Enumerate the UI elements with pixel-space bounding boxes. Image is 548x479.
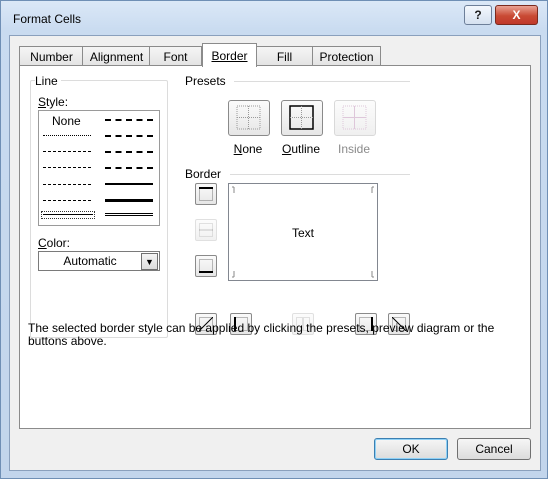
style-option-medium-dash-dot[interactable] [105, 151, 153, 153]
border-inside-horizontal-icon [199, 223, 213, 237]
preset-outline-label: Outline [281, 142, 321, 156]
close-button[interactable]: X [495, 5, 538, 25]
border-section-label: Border [185, 167, 225, 181]
style-option-dashed[interactable] [43, 200, 91, 201]
border-hint-text: The selected border style can be applied… [28, 321, 495, 348]
presets-section-label: Presets [185, 74, 229, 88]
color-value: Automatic [63, 254, 117, 268]
tab-fill[interactable]: Fill [256, 46, 313, 66]
style-option-hair[interactable] [43, 135, 91, 136]
style-option-double[interactable] [105, 213, 153, 216]
ok-button[interactable]: OK [374, 438, 448, 460]
tab-number[interactable]: Number [19, 46, 84, 66]
color-dropdown[interactable]: Automatic ▼ [38, 251, 160, 271]
style-option-dash-dot-dot[interactable] [43, 167, 91, 168]
tab-alignment[interactable]: Alignment [82, 46, 151, 66]
style-option-medium-dash-dot-dot[interactable] [105, 119, 153, 121]
ok-label: OK [402, 442, 420, 456]
tab-fill-label: Fill [276, 49, 293, 64]
selected-style-option-thin[interactable] [41, 211, 95, 219]
border-preview[interactable]: Text [228, 183, 378, 281]
help-button[interactable]: ? [464, 5, 492, 25]
dialog-client: Number Alignment Font Border Fill Protec… [9, 35, 541, 471]
window-title: Format Cells [13, 12, 82, 26]
close-icon: X [512, 8, 521, 22]
tab-border-label: Border [211, 48, 248, 63]
tab-font-label: Font [163, 49, 188, 64]
style-option-medium-dashed[interactable] [105, 167, 153, 169]
border-tab-panel: Line Style: None Color: Automatic ▼ Pres… [19, 65, 531, 429]
presets-separator [234, 81, 410, 82]
preset-inside-label: Inside [337, 142, 371, 156]
preset-inside-icon [342, 105, 367, 130]
title-bar[interactable]: Format Cells ? X [1, 1, 547, 35]
style-option-dash-dot[interactable] [43, 184, 91, 185]
tab-protection-label: Protection [319, 49, 374, 64]
border-separator [230, 174, 410, 175]
border-bottom-icon [199, 259, 213, 273]
style-option-medium[interactable] [105, 183, 153, 185]
tab-alignment-label: Alignment [89, 49, 144, 64]
border-top-icon [199, 187, 213, 201]
style-option-none[interactable]: None [52, 114, 81, 128]
cancel-label: Cancel [475, 442, 513, 456]
style-option-thick[interactable] [105, 199, 153, 202]
color-label: Color: [38, 236, 74, 250]
style-label: Style: [38, 95, 72, 109]
preview-text: Text [291, 226, 314, 240]
preset-outline-icon [289, 105, 314, 130]
preset-none-button[interactable] [228, 100, 270, 136]
format-cells-dialog: Format Cells ? X Number Alignment Font B… [0, 0, 548, 479]
style-option-slant-dash-dot[interactable] [105, 135, 153, 137]
border-inside-horizontal-button[interactable] [195, 219, 217, 241]
tab-protection[interactable]: Protection [312, 46, 381, 66]
line-style-list[interactable]: None [38, 110, 160, 226]
border-top-button[interactable] [195, 183, 217, 205]
preset-outline-button[interactable] [281, 100, 323, 136]
preset-none-icon [236, 105, 261, 130]
preset-none-label: None [233, 142, 263, 156]
tab-border[interactable]: Border [202, 43, 257, 67]
tab-font[interactable]: Font [149, 46, 202, 66]
preset-inside-button[interactable] [334, 100, 376, 136]
chevron-down-icon[interactable]: ▼ [141, 253, 158, 270]
style-option-dotted[interactable] [43, 151, 91, 152]
border-bottom-button[interactable] [195, 255, 217, 277]
help-icon: ? [474, 8, 482, 22]
line-section-label: Line [35, 74, 61, 88]
cancel-button[interactable]: Cancel [457, 438, 531, 460]
tab-number-label: Number [30, 49, 73, 64]
